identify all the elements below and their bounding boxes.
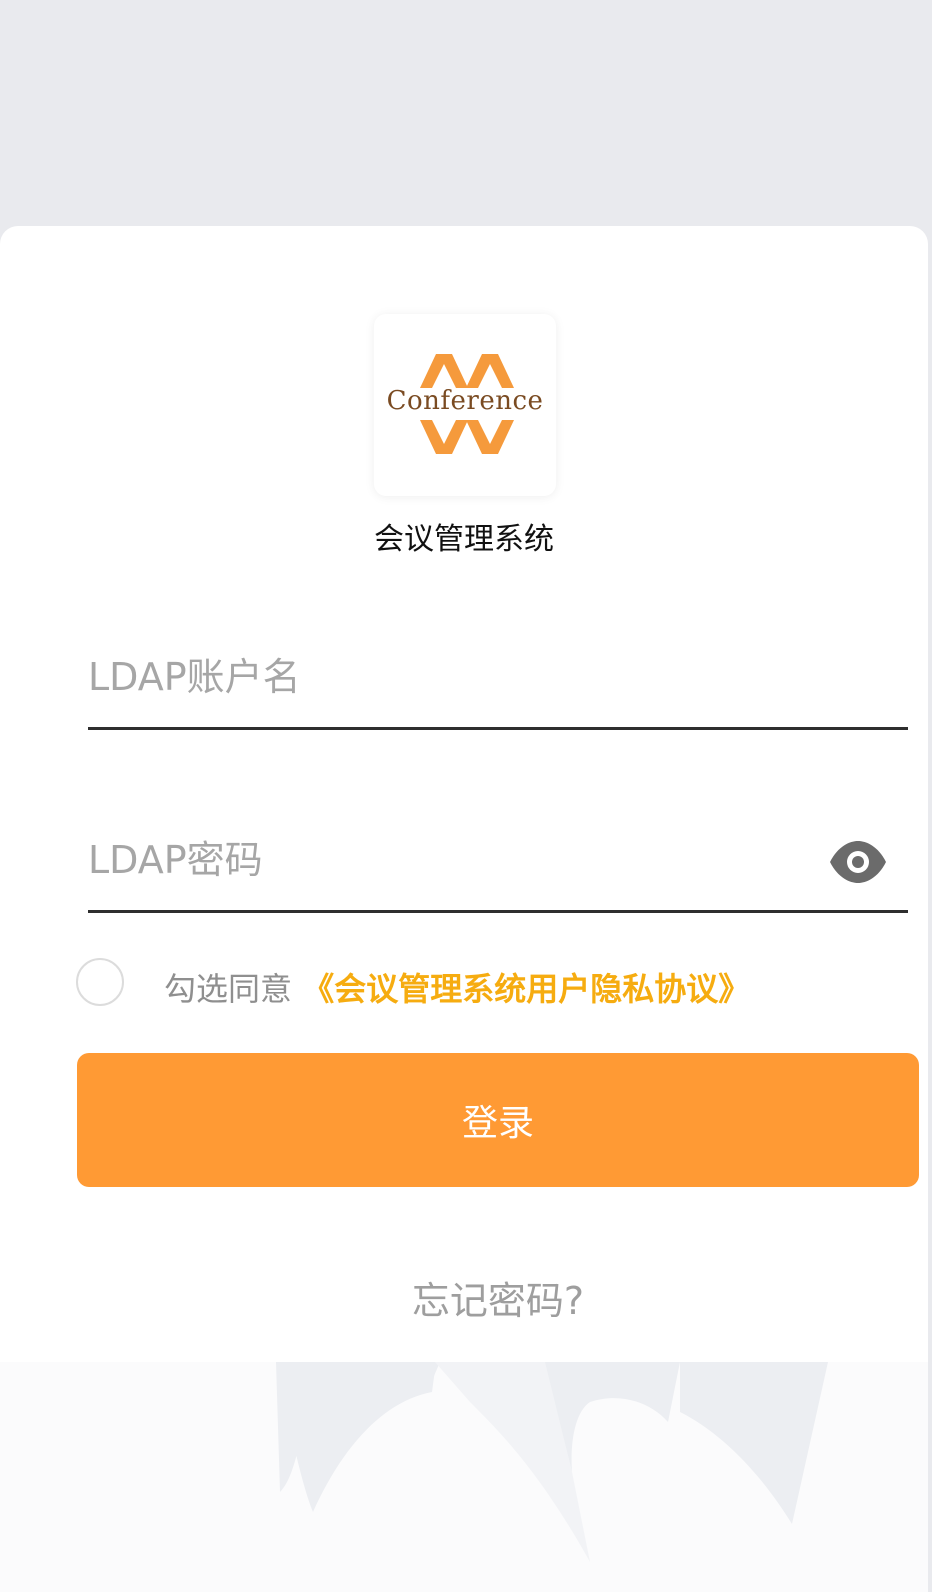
username-input[interactable] bbox=[88, 647, 788, 707]
app-title: 会议管理系统 bbox=[374, 522, 554, 557]
background-decoration bbox=[0, 1362, 928, 1592]
decorative-shape-icon bbox=[276, 1362, 828, 1562]
app-logo: Conference bbox=[374, 314, 556, 496]
agreement-checkbox[interactable] bbox=[76, 958, 124, 1006]
password-field bbox=[88, 810, 908, 913]
eye-icon bbox=[830, 841, 886, 883]
password-input[interactable] bbox=[88, 830, 788, 890]
agreement-prefix: 勾选同意 bbox=[164, 970, 293, 1008]
username-field bbox=[88, 627, 908, 730]
agreement-text: 勾选同意 《会议管理系统用户隐私协议》 bbox=[164, 964, 750, 1010]
forgot-password-link[interactable]: 忘记密码? bbox=[412, 1279, 584, 1323]
logo-text: Conference bbox=[386, 386, 544, 416]
show-password-button[interactable] bbox=[828, 840, 888, 884]
login-card: Conference 会议管理系统 勾选同意 《会议管理系统用户隐私协议》 登录… bbox=[0, 226, 928, 1592]
forgot-password-row: 忘记密码? bbox=[0, 1270, 928, 1325]
agreement-row: 勾选同意 《会议管理系统用户隐私协议》 bbox=[76, 956, 916, 1012]
login-button[interactable]: 登录 bbox=[77, 1053, 919, 1187]
privacy-policy-link[interactable]: 《会议管理系统用户隐私协议》 bbox=[302, 970, 750, 1008]
